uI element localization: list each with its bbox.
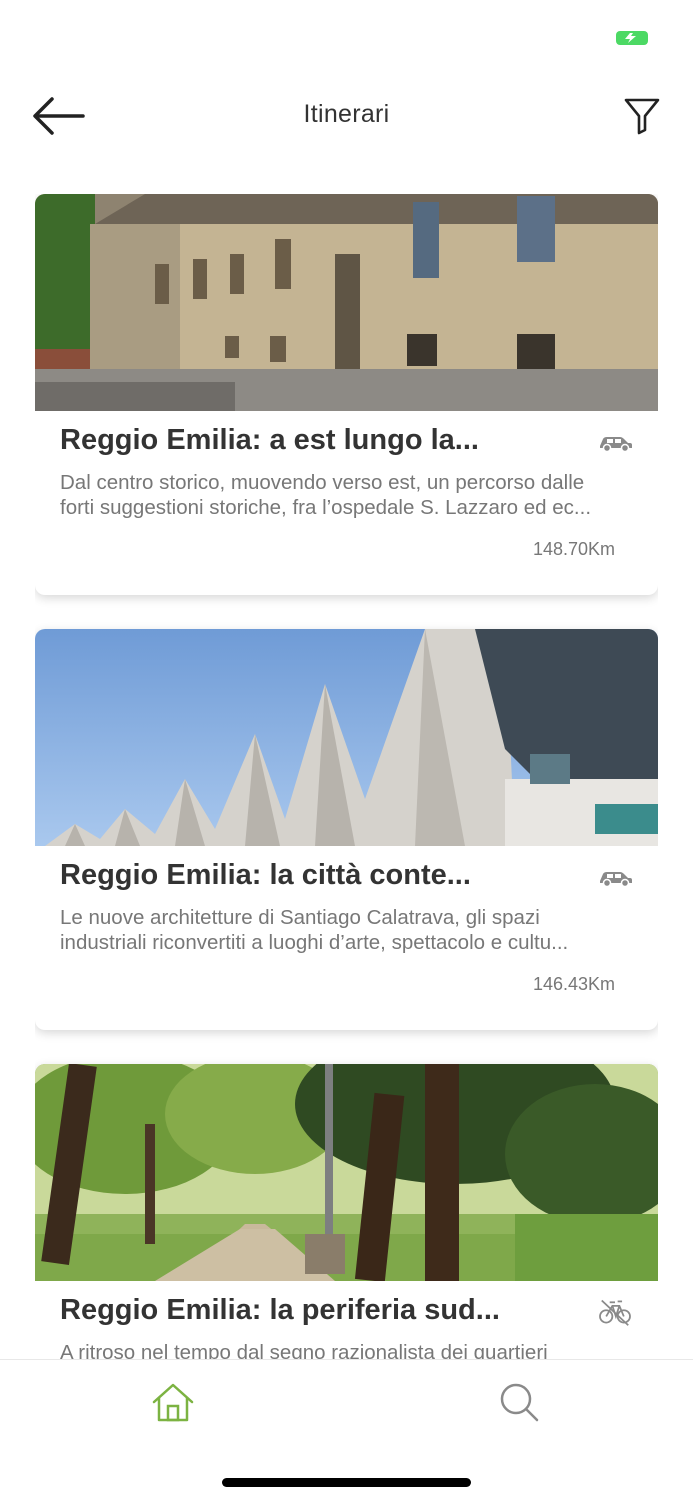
itinerary-card[interactable]: Reggio Emilia: a est lungo la... Dal cen…	[35, 194, 658, 595]
itinerary-card[interactable]: Reggio Emilia: la periferia sud... A rit…	[35, 1064, 658, 1359]
battery-charging-icon	[616, 31, 648, 45]
itinerary-list[interactable]: Reggio Emilia: a est lungo la... Dal cen…	[35, 194, 658, 1359]
itinerary-title: Reggio Emilia: la periferia sud...	[60, 1294, 500, 1326]
historic-building-photo	[35, 194, 658, 411]
itinerary-card[interactable]: Reggio Emilia: la città conte... Le nuov…	[35, 629, 658, 1030]
status-bar	[0, 0, 693, 70]
page-title: Itinerari	[303, 100, 390, 128]
itinerary-title: Reggio Emilia: a est lungo la...	[60, 424, 479, 456]
itinerary-title: Reggio Emilia: la città conte...	[60, 859, 471, 891]
tree-lined-park-photo	[35, 1064, 658, 1281]
calatrava-station-photo	[35, 629, 658, 846]
tab-bar	[0, 1359, 693, 1500]
header: Itinerari	[0, 80, 693, 152]
description-line: Dal centro storico, muovendo verso est, …	[60, 471, 585, 494]
itinerary-description: A ritroso nel tempo dal segno razionalis…	[60, 1340, 635, 1359]
description-line: forti suggestioni storiche, fra l’ospeda…	[60, 496, 592, 519]
car-icon	[600, 872, 632, 888]
search-icon	[500, 1383, 539, 1422]
home-indicator	[222, 1478, 471, 1487]
description-line: industriali riconvertiti a luoghi d’arte…	[60, 931, 569, 954]
description-line: A ritroso nel tempo dal segno razionalis…	[60, 1341, 548, 1359]
itinerary-description: Dal centro storico, muovendo verso est, …	[60, 470, 635, 520]
itinerary-distance: 146.43Km	[532, 974, 615, 994]
filter-button[interactable]	[620, 94, 664, 138]
bicycle-icon	[599, 1299, 631, 1326]
home-icon	[152, 1383, 194, 1422]
tab-home[interactable]	[150, 1380, 196, 1424]
car-icon	[600, 437, 632, 453]
itinerary-description: Le nuove architetture di Santiago Calatr…	[60, 905, 635, 955]
tab-search[interactable]	[497, 1380, 541, 1424]
itinerary-distance: 148.70Km	[532, 539, 615, 559]
description-line: Le nuove architetture di Santiago Calatr…	[60, 906, 540, 929]
filter-funnel-icon	[624, 98, 660, 135]
